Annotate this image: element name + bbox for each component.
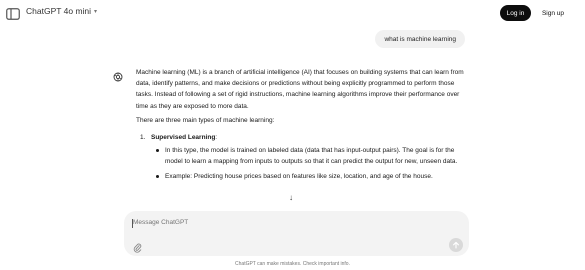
top-bar: ChatGPT 4o mini ▾ Log in Sign up <box>0 0 585 28</box>
assistant-message: Machine learning (ML) is a branch of art… <box>136 67 471 185</box>
paperclip-icon[interactable] <box>133 240 142 253</box>
sidebar-toggle-icon[interactable] <box>6 7 20 20</box>
bullet-dot-icon <box>156 149 159 153</box>
disclaimer-text: ChatGPT can make mistakes. Check importa… <box>235 261 350 267</box>
bullet-text: Example: Predicting house prices based o… <box>165 172 433 180</box>
assistant-lead-paragraph: There are three main types of machine le… <box>136 116 275 124</box>
chevron-down-icon: ▾ <box>94 8 98 15</box>
chatgpt-logo-icon <box>113 69 123 82</box>
model-selector[interactable]: ChatGPT 4o mini ▾ <box>26 6 97 16</box>
scroll-down-arrow-icon[interactable]: ↓ <box>285 191 297 203</box>
bullet-list: In this type, the model is trained on la… <box>156 145 471 182</box>
signup-button[interactable]: Sign up <box>536 5 570 21</box>
list-heading-suffix: : <box>215 134 218 142</box>
bullet-item: In this type, the model is trained on la… <box>156 145 471 167</box>
list-number: 1. <box>140 134 146 142</box>
login-button[interactable]: Log in <box>500 5 531 21</box>
bullet-text: In this type, the model is trained on la… <box>165 147 458 166</box>
arrow-up-icon <box>453 241 459 249</box>
list-heading: Supervised Learning <box>151 134 216 142</box>
model-name: ChatGPT 4o mini <box>26 6 92 16</box>
message-composer <box>124 211 469 256</box>
user-message-bubble: what is machine learning <box>375 30 465 48</box>
list-item: 1. Supervised Learning: <box>140 132 471 143</box>
message-input[interactable] <box>133 219 383 226</box>
assistant-intro-paragraph: Machine learning (ML) is a branch of art… <box>136 69 464 110</box>
send-button[interactable] <box>449 238 463 252</box>
bullet-dot-icon <box>156 174 159 178</box>
bullet-item: Example: Predicting house prices based o… <box>156 171 471 182</box>
